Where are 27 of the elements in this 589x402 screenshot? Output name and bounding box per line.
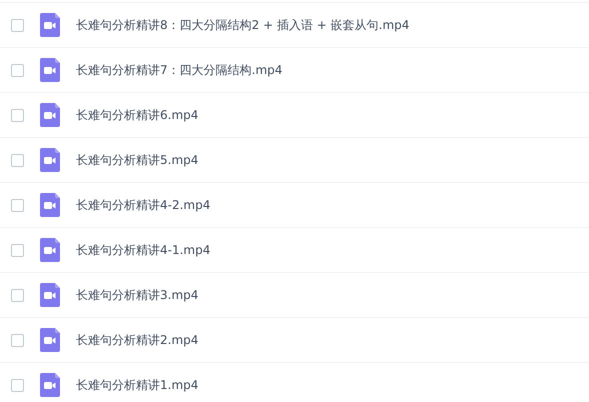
video-file-icon (40, 328, 60, 352)
video-file-icon (40, 58, 60, 82)
file-name[interactable]: 长难句分析精讲4-2.mp4 (76, 196, 210, 214)
video-file-icon (40, 373, 60, 397)
file-name[interactable]: 长难句分析精讲8：四大分隔结构2 + 插入语 + 嵌套从句.mp4 (76, 16, 410, 34)
file-name[interactable]: 长难句分析精讲5.mp4 (76, 152, 198, 168)
checkbox[interactable] (11, 244, 24, 256)
video-file-icon (40, 238, 60, 262)
video-file-icon (40, 193, 60, 217)
checkbox[interactable] (11, 288, 24, 302)
checkbox[interactable] (11, 18, 24, 32)
video-file-icon (40, 148, 60, 172)
checkbox[interactable] (11, 64, 24, 76)
checkbox[interactable] (11, 198, 24, 212)
file-name[interactable]: 长难句分析精讲7：四大分隔结构.mp4 (76, 62, 282, 78)
video-file-icon (40, 13, 60, 37)
checkbox[interactable] (11, 154, 24, 166)
file-name[interactable]: 长难句分析精讲4-1.mp4 (76, 242, 210, 258)
file-name[interactable]: 长难句分析精讲2.mp4 (76, 332, 198, 348)
file-name[interactable]: 长难句分析精讲1.mp4 (76, 376, 198, 394)
file-name[interactable]: 长难句分析精讲3.mp4 (76, 286, 198, 304)
checkbox[interactable] (11, 378, 24, 392)
file-name[interactable]: 长难句分析精讲6.mp4 (76, 106, 198, 124)
checkbox[interactable] (11, 108, 24, 122)
checkbox[interactable] (11, 334, 24, 346)
video-file-icon (40, 103, 60, 127)
video-file-icon (40, 283, 60, 307)
